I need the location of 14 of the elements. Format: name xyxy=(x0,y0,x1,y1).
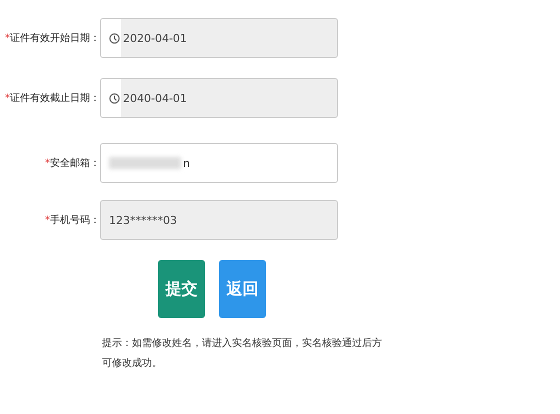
field-label: 证件有效截止日期： xyxy=(10,93,100,104)
input-field[interactable]: n xyxy=(100,143,338,183)
submit-button[interactable]: 提交 xyxy=(158,260,205,318)
hint-text: 提示：如需修改姓名，请进入实名核验页面，实名核验通过后方 可修改成功。 xyxy=(102,336,383,371)
required-mark: * xyxy=(45,158,50,169)
clock-icon xyxy=(109,32,120,44)
required-mark: * xyxy=(5,93,10,104)
required-mark: * xyxy=(45,215,50,226)
field-label: 安全邮箱： xyxy=(50,158,100,169)
blurred-text xyxy=(109,157,181,169)
clock-icon xyxy=(109,92,120,104)
field-label: 证件有效开始日期： xyxy=(10,33,100,44)
required-mark: * xyxy=(5,33,10,44)
field-label: 手机号码： xyxy=(50,215,100,226)
